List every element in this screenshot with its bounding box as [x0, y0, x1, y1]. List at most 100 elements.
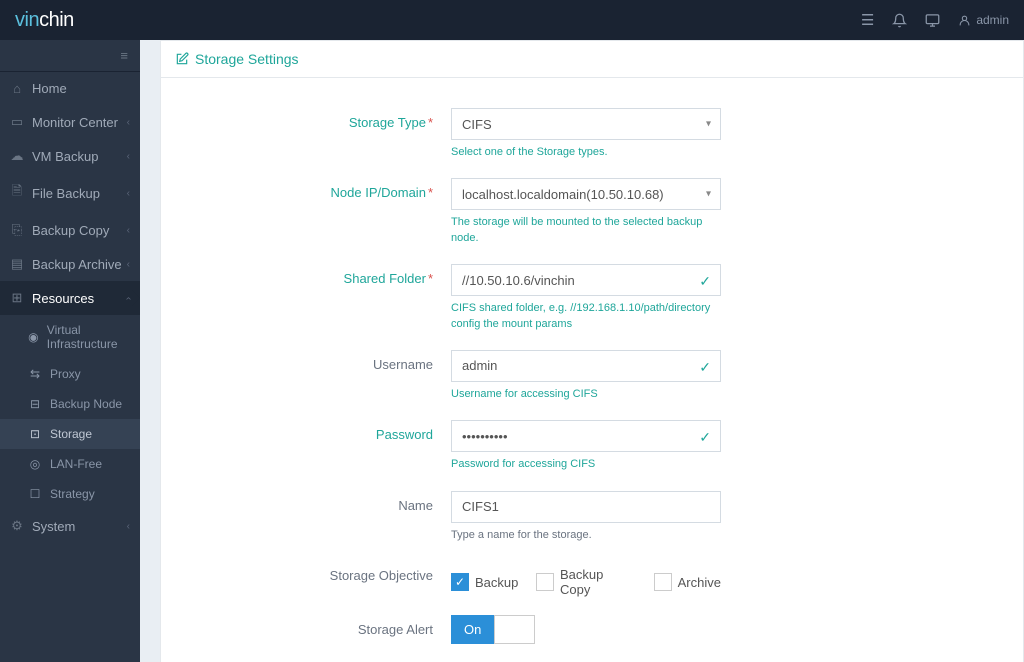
- shared-folder-input[interactable]: [451, 264, 721, 296]
- copy-icon: ⎘: [10, 222, 24, 238]
- lan-icon: ◎: [28, 457, 42, 471]
- gear-icon: ⚙: [10, 518, 24, 534]
- sub-label: Storage: [50, 427, 92, 441]
- help-shared-folder: CIFS shared folder, e.g. //192.168.1.10/…: [451, 301, 721, 332]
- sub-proxy[interactable]: ⇆ Proxy: [0, 359, 140, 389]
- toggle-off: [494, 615, 534, 644]
- help-storage-type: Select one of the Storage types.: [451, 145, 721, 160]
- sub-label: LAN-Free: [50, 457, 102, 471]
- label-username: Username: [201, 350, 451, 372]
- label-password: Password: [201, 420, 451, 442]
- chevron-down-icon: ‹: [123, 296, 134, 299]
- resources-icon: ⊞: [10, 290, 24, 306]
- checkbox-icon: [654, 573, 672, 591]
- name-input[interactable]: [451, 491, 721, 523]
- chevron-right-icon: ‹: [127, 117, 130, 128]
- file-icon: 🗎: [10, 182, 24, 204]
- label-storage-alert: Storage Alert: [201, 615, 451, 637]
- panel-storage-settings: Storage Settings Storage Type* CIFS ▾ Se…: [160, 40, 1024, 662]
- storage-icon: ⊡: [28, 427, 42, 441]
- nav-label: Home: [32, 81, 67, 96]
- label-shared-folder: Shared Folder*: [201, 264, 451, 286]
- chevron-right-icon: ‹: [127, 225, 130, 236]
- sub-storage[interactable]: ⊡ Storage: [0, 419, 140, 449]
- nav-label: System: [32, 519, 75, 534]
- checkbox-icon: [536, 573, 554, 591]
- chevron-right-icon: ‹: [127, 259, 130, 270]
- sub-lan-free[interactable]: ◎ LAN-Free: [0, 449, 140, 479]
- label-name: Name: [201, 491, 451, 513]
- panel-header: Storage Settings: [161, 41, 1023, 78]
- header-actions: ☰ admin: [861, 11, 1009, 29]
- checkbox-backup[interactable]: ✓ Backup: [451, 567, 518, 597]
- user-menu[interactable]: admin: [958, 13, 1009, 27]
- proxy-icon: ⇆: [28, 367, 42, 381]
- nav-home[interactable]: ⌂ Home: [0, 72, 140, 105]
- checkbox-archive[interactable]: Archive: [654, 567, 721, 597]
- nav-label: Backup Archive: [32, 257, 122, 272]
- logo-prefix: vin: [15, 9, 39, 31]
- sub-virtual-infrastructure[interactable]: ◉Virtual Infrastructure: [0, 315, 140, 359]
- sub-label: Backup Node: [50, 397, 122, 411]
- check-icon: ✓: [699, 359, 711, 376]
- help-node: The storage will be mounted to the selec…: [451, 215, 721, 246]
- hamburger-icon: ≡: [120, 48, 128, 63]
- help-username: Username for accessing CIFS: [451, 387, 721, 402]
- sidebar-toggle[interactable]: ≡: [0, 40, 140, 72]
- chevron-right-icon: ‹: [127, 151, 130, 162]
- password-input[interactable]: [451, 420, 721, 452]
- home-icon: ⌂: [10, 81, 24, 96]
- node-select[interactable]: localhost.localdomain(10.50.10.68): [451, 178, 721, 210]
- sub-strategy[interactable]: ☐ Strategy: [0, 479, 140, 509]
- nav-monitor-center[interactable]: ▭Monitor Center ‹: [0, 105, 140, 139]
- nav-backup-copy[interactable]: ⎘ Backup Copy ‹: [0, 213, 140, 247]
- sub-backup-node[interactable]: ⊟ Backup Node: [0, 389, 140, 419]
- cloud-icon: ☁: [10, 148, 24, 164]
- cbx-label: Backup Copy: [560, 567, 636, 597]
- nav-resources[interactable]: ⊞ Resources ‹: [0, 281, 140, 315]
- nav-backup-archive[interactable]: ▤ Backup Archive ‹: [0, 247, 140, 281]
- user-icon: [958, 14, 971, 27]
- edit-icon: [175, 52, 189, 66]
- config-mount-link[interactable]: config the mount params: [451, 318, 572, 330]
- chevron-right-icon: ‹: [127, 521, 130, 532]
- label-objective: Storage Objective: [201, 561, 451, 583]
- vi-icon: ◉: [28, 330, 39, 344]
- help-name: Type a name for the storage.: [451, 528, 721, 543]
- app-header: vinchin ☰ admin: [0, 0, 1024, 40]
- nav-file-backup[interactable]: 🗎File Backup ‹: [0, 173, 140, 213]
- label-node: Node IP/Domain*: [201, 178, 451, 200]
- check-icon: ✓: [699, 429, 711, 446]
- nav-label: Backup Copy: [32, 223, 109, 238]
- label-storage-type: Storage Type*: [201, 108, 451, 130]
- archive-icon: ▤: [10, 256, 24, 272]
- checkbox-backup-copy[interactable]: Backup Copy: [536, 567, 635, 597]
- toggle-on: On: [451, 615, 494, 644]
- checkbox-icon: ✓: [451, 573, 469, 591]
- username-input[interactable]: [451, 350, 721, 382]
- nav-label: Resources: [32, 291, 94, 306]
- user-name: admin: [976, 13, 1009, 27]
- alert-toggle[interactable]: On: [451, 615, 721, 644]
- sub-label: Proxy: [50, 367, 81, 381]
- bell-icon[interactable]: [892, 13, 907, 28]
- help-password: Password for accessing CIFS: [451, 457, 721, 472]
- strategy-icon: ☐: [28, 487, 42, 501]
- storage-type-select[interactable]: CIFS: [451, 108, 721, 140]
- logo: vinchin: [15, 9, 74, 32]
- nav-label: Monitor Center: [32, 115, 118, 130]
- nav-system[interactable]: ⚙ System ‹: [0, 509, 140, 543]
- sidebar: ≡ ⌂ Home ▭Monitor Center ‹ ☁ VM Backup ‹ 🗎…: [0, 40, 140, 662]
- screen-icon[interactable]: [925, 13, 940, 28]
- cbx-label: Backup: [475, 575, 518, 590]
- nav-label: VM Backup: [32, 149, 98, 164]
- list-icon[interactable]: ☰: [861, 11, 874, 29]
- chevron-right-icon: ‹: [127, 188, 130, 199]
- logo-suffix: chin: [39, 9, 74, 31]
- nav-vm-backup[interactable]: ☁ VM Backup ‹: [0, 139, 140, 173]
- cbx-label: Archive: [678, 575, 721, 590]
- node-icon: ⊟: [28, 397, 42, 411]
- sub-label: Strategy: [50, 487, 95, 501]
- check-icon: ✓: [699, 273, 711, 290]
- panel-title: Storage Settings: [195, 51, 299, 67]
